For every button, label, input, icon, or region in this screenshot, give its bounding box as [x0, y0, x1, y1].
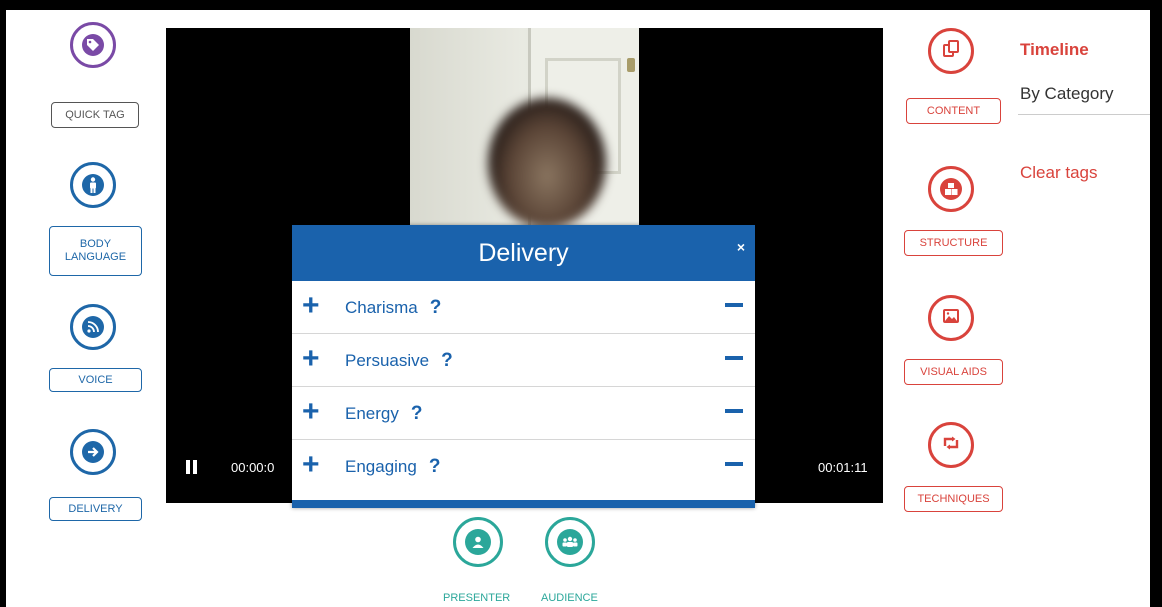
- plus-icon[interactable]: +: [302, 397, 320, 427]
- app-frame: QUICK TAG BODY LANGUAGE VOICE DELIVERY 0…: [6, 10, 1156, 607]
- plus-icon[interactable]: +: [302, 450, 320, 480]
- by-category-tab[interactable]: By Category: [1020, 84, 1114, 104]
- content-button[interactable]: [928, 28, 974, 74]
- right-edge: [1150, 10, 1156, 607]
- modal-footer: [292, 500, 755, 508]
- presenter-label: PRESENTER: [443, 592, 511, 604]
- quick-tag-button[interactable]: [70, 22, 116, 68]
- delivery-modal: Delivery × + Charisma? + Persuasive? + E…: [292, 225, 755, 508]
- delivery-button[interactable]: [70, 429, 116, 475]
- visual-aids-label[interactable]: VISUAL AIDS: [904, 359, 1003, 385]
- modal-title: Delivery: [478, 238, 569, 267]
- minus-icon[interactable]: [725, 356, 743, 360]
- content-label[interactable]: CONTENT: [906, 98, 1001, 124]
- item-label: Charisma: [345, 298, 418, 317]
- duration-time: 00:01:11: [818, 460, 868, 475]
- quick-tag-label[interactable]: QUICK TAG: [51, 102, 139, 128]
- help-icon[interactable]: ?: [429, 456, 441, 477]
- plus-icon[interactable]: +: [302, 291, 320, 321]
- pause-icon[interactable]: [185, 459, 199, 480]
- copy-icon: [942, 39, 960, 63]
- person-icon: [82, 174, 104, 196]
- cubes-icon: [940, 178, 962, 200]
- techniques-button[interactable]: [928, 422, 974, 468]
- arrow-right-icon: [82, 441, 104, 463]
- help-icon[interactable]: ?: [430, 297, 442, 318]
- tag-icon: [82, 34, 104, 56]
- voice-label[interactable]: VOICE: [49, 368, 142, 392]
- visual-aids-button[interactable]: [928, 295, 974, 341]
- list-item: + Charisma?: [292, 281, 755, 334]
- retweet-icon: [942, 436, 960, 455]
- user-icon: [465, 529, 491, 555]
- voice-icon: [82, 316, 104, 338]
- list-item: + Energy?: [292, 387, 755, 440]
- structure-button[interactable]: [928, 166, 974, 212]
- help-icon[interactable]: ?: [411, 403, 423, 424]
- minus-icon[interactable]: [725, 303, 743, 307]
- audience-label: AUDIENCE: [541, 592, 598, 604]
- audience-button[interactable]: [545, 517, 595, 567]
- elapsed-time: 00:00:0: [231, 460, 275, 475]
- image-icon: [942, 308, 960, 329]
- help-icon[interactable]: ?: [441, 350, 453, 371]
- item-label: Engaging: [345, 457, 417, 476]
- item-label: Persuasive: [345, 351, 430, 370]
- structure-label[interactable]: STRUCTURE: [904, 230, 1003, 256]
- video-frame: [410, 28, 639, 238]
- modal-header: Delivery ×: [292, 225, 755, 281]
- plus-icon[interactable]: +: [302, 344, 320, 374]
- group-icon: [557, 529, 583, 555]
- minus-icon[interactable]: [725, 409, 743, 413]
- minus-icon[interactable]: [725, 462, 743, 466]
- techniques-label[interactable]: TECHNIQUES: [904, 486, 1003, 512]
- divider: [1018, 114, 1156, 115]
- clear-tags-link[interactable]: Clear tags: [1020, 163, 1097, 183]
- list-item: + Engaging?: [292, 440, 755, 492]
- delivery-label[interactable]: DELIVERY: [49, 497, 142, 521]
- voice-button[interactable]: [70, 304, 116, 350]
- presenter-button[interactable]: [453, 517, 503, 567]
- body-language-button[interactable]: [70, 162, 116, 208]
- body-language-label[interactable]: BODY LANGUAGE: [49, 226, 142, 276]
- blurred-face: [488, 98, 606, 228]
- timeline-link[interactable]: Timeline: [1020, 40, 1089, 60]
- list-item: + Persuasive?: [292, 334, 755, 387]
- item-label: Energy: [345, 404, 399, 423]
- close-icon[interactable]: ×: [737, 239, 745, 255]
